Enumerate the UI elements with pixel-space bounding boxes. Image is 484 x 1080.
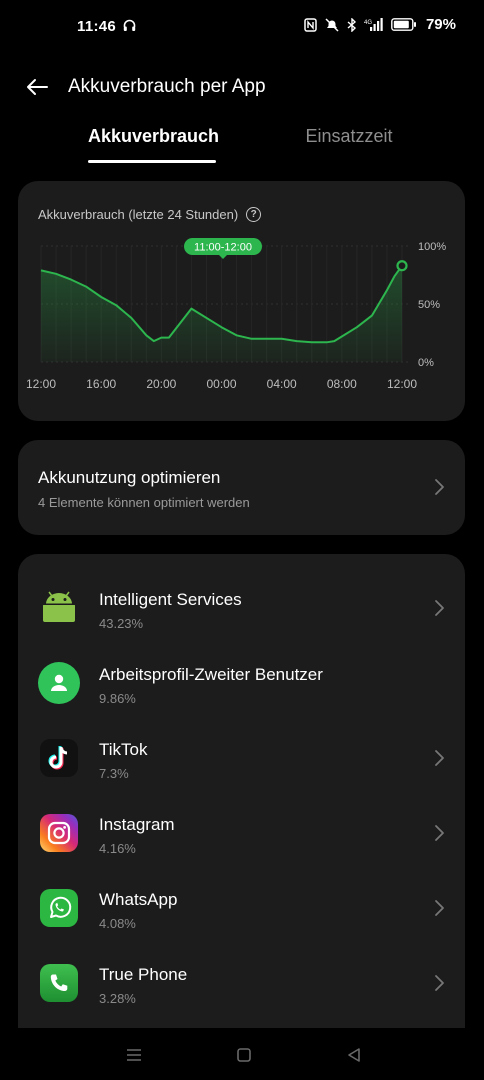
y-tick-label: 100% bbox=[418, 241, 446, 253]
page-title: Akkuverbrauch per App bbox=[68, 76, 266, 97]
tooltip-label: 11:00-12:00 bbox=[194, 242, 252, 254]
app-percent: 9.86% bbox=[99, 691, 136, 706]
app-row-whatsapp[interactable]: WhatsApp 4.08% bbox=[18, 876, 465, 951]
x-tick-label: 00:00 bbox=[206, 377, 236, 391]
app-name: Instagram bbox=[99, 815, 175, 834]
tab-battery-usage[interactable]: Akkuverbrauch bbox=[88, 126, 219, 147]
app-percent: 7.3% bbox=[99, 766, 129, 781]
app-header: Akkuverbrauch per App bbox=[0, 62, 484, 112]
app-name: TikTok bbox=[99, 740, 148, 759]
x-tick-label: 16:00 bbox=[86, 377, 116, 391]
tab-indicator bbox=[88, 160, 216, 163]
y-tick-label: 50% bbox=[418, 299, 440, 311]
recent-apps-button[interactable] bbox=[122, 1044, 146, 1066]
chevron-right-icon bbox=[435, 479, 444, 495]
android-icon bbox=[40, 589, 78, 627]
x-tick-label: 04:00 bbox=[267, 377, 297, 391]
app-row-work-profile[interactable]: Arbeitsprofil-Zweiter Benutzer 9.86% bbox=[18, 651, 465, 726]
status-icons: 4G 79% bbox=[304, 16, 456, 33]
app-percent: 3.28% bbox=[99, 991, 136, 1006]
tooltip-pointer bbox=[219, 255, 227, 259]
optimize-subtitle: 4 Elemente können optimiert werden bbox=[38, 495, 250, 510]
status-time: 11:46 bbox=[77, 18, 117, 35]
phone-icon bbox=[40, 964, 78, 1002]
app-name: Arbeitsprofil-Zweiter Benutzer bbox=[99, 665, 323, 684]
tiktok-icon bbox=[40, 739, 78, 777]
app-percent: 43.23% bbox=[99, 616, 144, 631]
app-percent: 4.08% bbox=[99, 916, 136, 931]
system-nav-bar bbox=[0, 1028, 484, 1080]
work-profile-icon bbox=[38, 662, 80, 704]
app-row-instagram[interactable]: Instagram 4.16% bbox=[18, 801, 465, 876]
back-arrow-icon bbox=[27, 79, 48, 95]
chart-title: Akkuverbrauch (letzte 24 Stunden) bbox=[38, 207, 239, 222]
battery-percent: 79% bbox=[425, 16, 456, 33]
back-triangle-icon bbox=[348, 1048, 360, 1062]
chevron-right-icon bbox=[435, 900, 444, 916]
chevron-right-icon bbox=[435, 750, 444, 766]
back-button[interactable] bbox=[20, 72, 54, 102]
app-row-true-phone[interactable]: True Phone 3.28% bbox=[18, 951, 465, 1026]
tab-bar: Akkuverbrauch Einsatzzeit bbox=[0, 120, 484, 170]
app-name: Intelligent Services bbox=[99, 590, 242, 609]
chevron-right-icon bbox=[435, 600, 444, 616]
app-percent: 4.16% bbox=[99, 841, 136, 856]
app-row-tiktok[interactable]: TikTok 7.3% bbox=[18, 726, 465, 801]
svg-text:4G: 4G bbox=[364, 20, 372, 26]
home-button[interactable] bbox=[232, 1044, 256, 1066]
chart-title-row: Akkuverbrauch (letzte 24 Stunden) ? bbox=[38, 207, 262, 222]
info-icon[interactable]: ? bbox=[246, 207, 262, 222]
headphones-icon bbox=[123, 19, 136, 37]
optimize-title: Akkunutzung optimieren bbox=[38, 468, 221, 487]
chevron-right-icon bbox=[435, 825, 444, 841]
home-square-icon bbox=[237, 1048, 251, 1062]
mute-icon bbox=[324, 17, 340, 32]
status-bar: 11:46 4G 79% bbox=[0, 0, 484, 56]
back-nav-button[interactable] bbox=[342, 1044, 366, 1066]
app-name: WhatsApp bbox=[99, 890, 178, 909]
x-tick-label: 12:00 bbox=[387, 377, 417, 391]
y-tick-label: 0% bbox=[418, 357, 434, 369]
x-tick-label: 20:00 bbox=[146, 377, 176, 391]
instagram-icon bbox=[40, 814, 78, 852]
optimize-battery-card[interactable]: Akkunutzung optimieren 4 Elemente können… bbox=[18, 440, 465, 535]
x-tick-label: 08:00 bbox=[327, 377, 357, 391]
nfc-icon bbox=[304, 17, 317, 32]
menu-icon bbox=[127, 1049, 141, 1061]
app-row-intelligent-services[interactable]: Intelligent Services 43.23% bbox=[18, 576, 465, 651]
app-name: True Phone bbox=[99, 965, 188, 984]
bluetooth-icon bbox=[347, 17, 357, 32]
signal-icon: 4G bbox=[364, 17, 384, 32]
chevron-right-icon bbox=[435, 975, 444, 991]
tab-usage-time[interactable]: Einsatzzeit bbox=[294, 126, 404, 147]
current-point-marker bbox=[396, 260, 408, 272]
battery-icon bbox=[391, 18, 417, 31]
whatsapp-icon bbox=[40, 889, 78, 927]
battery-chart-card: 100% 50% 0% 11:00-12:00 12:00 16:00 20:00 00:00… bbox=[18, 181, 465, 421]
x-tick-label: 12:00 bbox=[26, 377, 56, 391]
app-list: Intelligent Services 43.23% Arbeitsprofi… bbox=[18, 554, 465, 1034]
